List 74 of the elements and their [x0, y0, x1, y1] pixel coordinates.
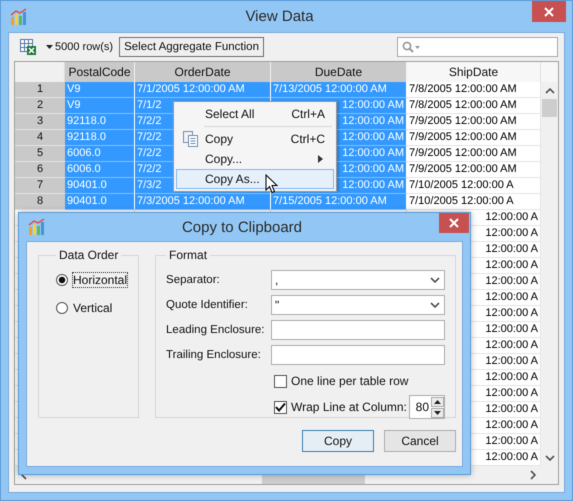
field-label: Quote Identifier: — [166, 299, 249, 311]
close-icon — [449, 218, 459, 228]
column-header[interactable]: DueDate — [271, 62, 407, 82]
row-number: 1 — [15, 82, 65, 98]
search-icon — [402, 41, 420, 53]
caret-icon — [46, 45, 53, 49]
row-count-dropdown[interactable]: 5000 row(s) — [42, 41, 118, 53]
chevron-down-icon — [430, 301, 440, 309]
text-field[interactable] — [271, 345, 446, 365]
chart-icon — [10, 8, 27, 26]
table-cell: 90401.0 — [65, 194, 135, 210]
radio-label[interactable]: Horizontal — [72, 272, 128, 288]
dropdown-field[interactable]: " — [271, 295, 446, 315]
scroll-thumb[interactable] — [542, 99, 557, 117]
spin-down-button[interactable] — [431, 408, 444, 418]
copy-button[interactable]: Copy — [302, 430, 374, 452]
chevron-up-icon — [544, 86, 554, 94]
checkbox[interactable] — [274, 374, 288, 388]
vertical-scrollbar[interactable] — [541, 82, 558, 466]
chart-icon — [28, 218, 45, 236]
column-header[interactable]: OrderDate — [135, 62, 271, 82]
row-number: 6 — [15, 162, 65, 178]
chevron-down-icon — [544, 454, 554, 462]
number-spinner[interactable]: 80 — [409, 395, 446, 419]
radio-button[interactable] — [56, 302, 68, 314]
cancel-button[interactable]: Cancel — [384, 430, 456, 452]
search-field[interactable] — [397, 37, 558, 57]
row-number: 8 — [15, 194, 65, 210]
dropdown-field[interactable]: , — [271, 270, 446, 290]
group-title: Format — [168, 248, 208, 262]
header-corner — [15, 62, 65, 82]
table-cell: 7/13/2005 12:00:00 AM — [271, 82, 407, 98]
text-field[interactable] — [271, 320, 446, 340]
window-title: View Data — [244, 8, 315, 25]
table-cell: 6006.0 — [65, 162, 135, 178]
column-header[interactable]: ShipDate — [407, 62, 541, 82]
table-cell: 7/3/2005 12:00:00 AM — [135, 194, 271, 210]
table-cell: 90401.0 — [65, 178, 135, 194]
field-label: Separator: — [166, 274, 221, 286]
chevron-right-icon — [528, 470, 536, 480]
table-cell: 7/15/2005 12:00:00 AM — [271, 194, 407, 210]
spin-up-button[interactable] — [431, 396, 444, 406]
table-cell: V9 — [65, 98, 135, 114]
table-cell: 92118.0 — [65, 114, 135, 130]
checkbox[interactable] — [274, 400, 288, 414]
table-cell: 6006.0 — [65, 146, 135, 162]
row-number: 2 — [15, 98, 65, 114]
checkbox-label[interactable]: Wrap Line at Column: — [291, 400, 407, 414]
row-number: 4 — [15, 130, 65, 146]
checkbox-label[interactable]: One line per table row — [291, 374, 408, 388]
down-arrow-icon — [434, 410, 442, 414]
close-button[interactable] — [532, 1, 566, 22]
submenu-arrow-icon — [318, 155, 323, 163]
close-icon — [544, 6, 554, 16]
row-number: 7 — [15, 178, 65, 194]
radio-label[interactable]: Vertical — [72, 300, 114, 316]
table-cell: 92118.0 — [65, 130, 135, 146]
field-label: Leading Enclosure: — [166, 324, 266, 336]
column-header[interactable]: PostalCode — [65, 62, 135, 82]
close-button[interactable] — [439, 213, 469, 233]
row-number: 3 — [15, 114, 65, 130]
table-cell: V9 — [65, 82, 135, 98]
up-arrow-icon — [434, 400, 442, 404]
radio-button[interactable] — [56, 274, 68, 286]
aggregate-button[interactable]: Select Aggregate Function — [119, 37, 264, 57]
dialog-title: Copy to Clipboard — [180, 218, 304, 236]
field-label: Trailing Enclosure: — [166, 349, 262, 361]
group-title: Data Order — [58, 248, 120, 262]
row-number: 5 — [15, 146, 65, 162]
menu-item[interactable]: Copy As... — [176, 169, 334, 189]
copy-icon — [183, 131, 199, 147]
table-cell: 7/1/2005 12:00:00 AM — [135, 82, 271, 98]
spreadsheet-icon — [20, 39, 36, 55]
chevron-down-icon — [430, 276, 440, 284]
